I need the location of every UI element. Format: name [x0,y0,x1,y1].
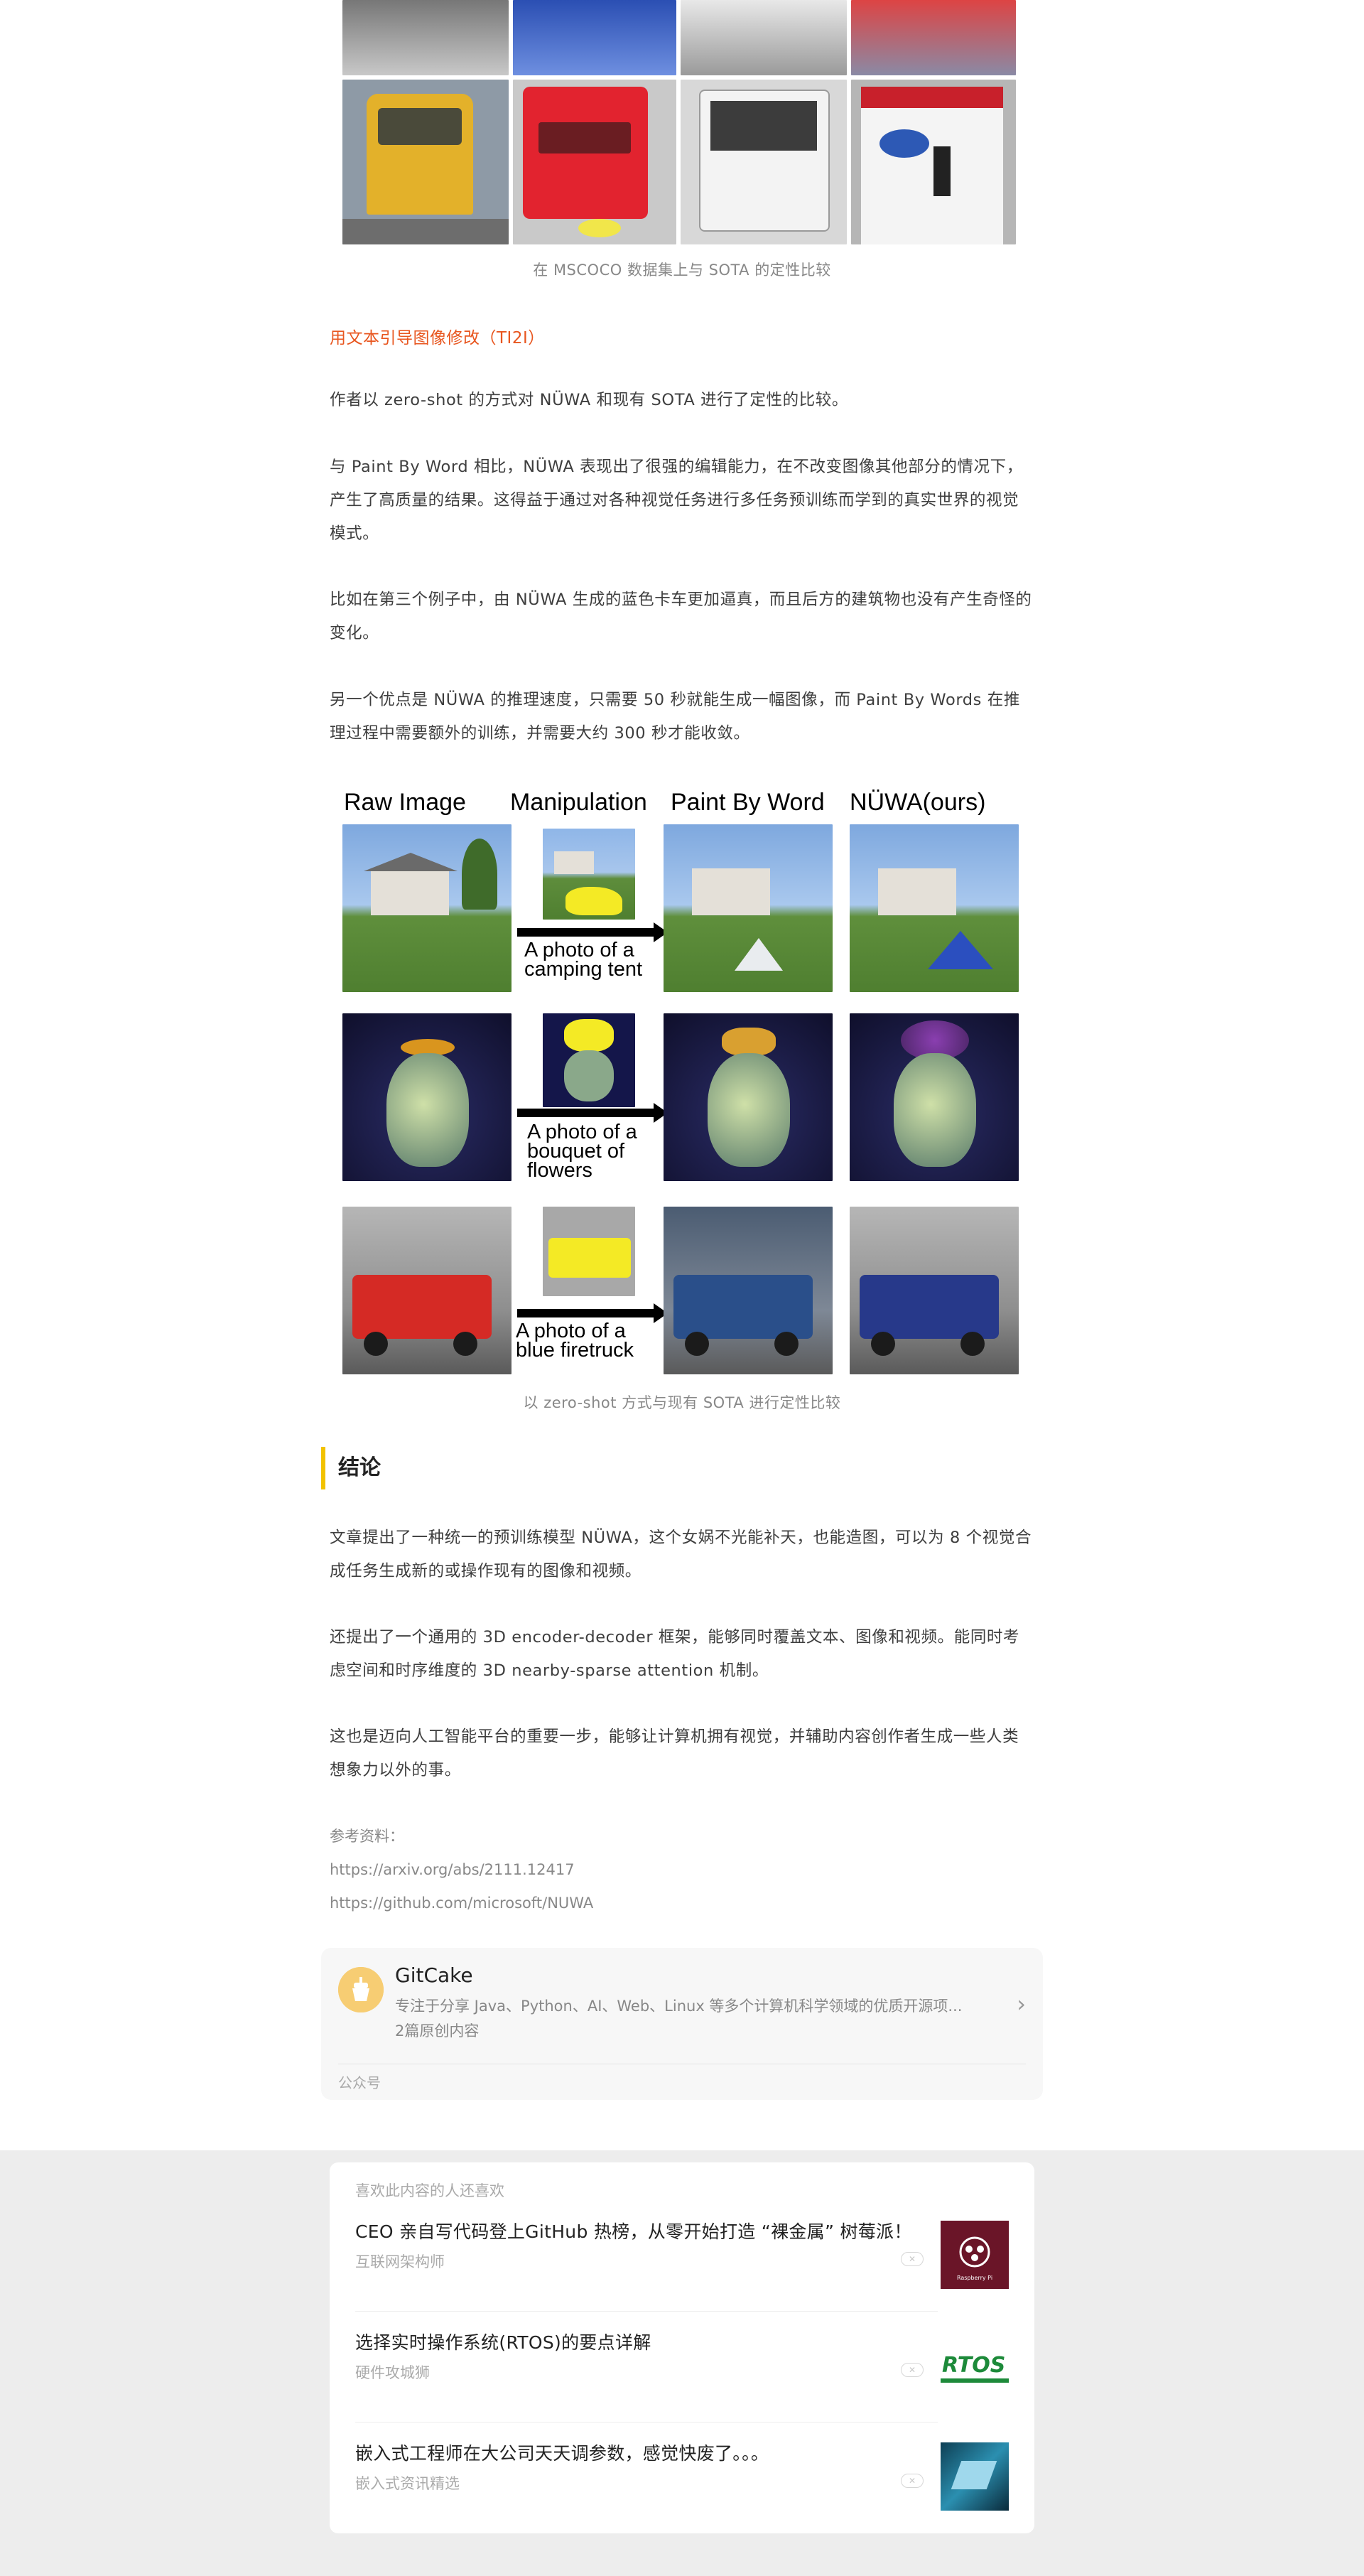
recommendation-title: 选择实时操作系统(RTOS)的要点详解 [355,2332,651,2353]
recommendation-item[interactable]: 嵌入式工程师在大公司天天调参数，感觉快废了。。。 嵌入式资讯精选 ✕ [355,2423,1009,2533]
account-name: GitCake [395,1963,473,1987]
paragraph: 与 Paint By Word 相比，NÜWA 表现出了很强的编辑能力，在不改变… [330,458,1023,543]
paint-by-word-firetruck [664,1207,833,1374]
paragraph: 另一个优点是 NÜWA 的推理速度，只需要 50 秒就能生成一幅图像，而 Pai… [330,691,1020,743]
paint-by-word-house [664,824,833,992]
figure-caption: 以 zero-shot 方式与现有 SOTA 进行定性比较 [523,1394,841,1411]
recommendation-title: 嵌入式工程师在大公司天天调参数，感觉快废了。。。 [355,2443,769,2464]
recommendation-source: 互联网架构师 [355,2253,445,2270]
account-type: 公众号 [338,2074,381,2091]
grid-image [342,80,509,244]
grid-image [513,0,676,75]
nuwa-firetruck [850,1207,1019,1374]
raw-image-house [342,824,512,992]
recommendation-source: 嵌入式资讯精选 [355,2475,460,2492]
paragraph: 文章提出了一种统一的预训练模型 NÜWA，这个女娲不光能补天，也能造图，可以为 … [330,1529,1032,1580]
ti2i-heading: 用文本引导图像修改（TI2I） [330,329,545,347]
prompt-text: A photo of a bouquet of flowers [527,1121,637,1182]
chevron-right-icon: › [1017,1990,1026,2017]
recommendation-title: CEO 亲自写代码登上GitHub 热榜，从零开始打造 “裸金属” 树莓派！ [355,2221,912,2242]
account-description: 专注于分享 Java、Python、AI、Web、Linux 等多个计算机科学领… [395,1998,963,2015]
recommendation-thumbnail [941,2442,1009,2511]
arrow-icon [517,1109,656,1117]
raw-image-firetruck [342,1207,512,1374]
grid-image [681,80,847,244]
grid-image [851,80,1016,244]
recommendations-title: 喜欢此内容的人还喜欢 [355,2182,504,2199]
mscoco-image-grid [342,0,1024,245]
thumbnail-text: RTOS [942,2353,1006,2378]
account-avatar [338,1967,384,2012]
manipulation-mask-house [543,829,635,920]
grid-image [681,0,847,75]
dismiss-button[interactable]: ✕ [901,2252,924,2266]
dismiss-button[interactable]: ✕ [901,2474,924,2488]
raw-image-vase [342,1013,512,1181]
references: 参考资料： https://arxiv.org/abs/2111.12417 h… [330,1820,1034,1920]
account-article-count: 2篇原创内容 [395,2022,480,2039]
reference-link[interactable]: https://github.com/microsoft/NUWA [330,1887,1034,1920]
arrow-icon [517,1309,656,1317]
recommendation-thumbnail: Raspberry Pi [941,2221,1009,2289]
nuwa-house [850,824,1019,992]
mscoco-caption: 在 MSCOCO 数据集上与 SOTA 的定性比较 [533,262,831,279]
recommendation-item[interactable]: 选择实时操作系统(RTOS)的要点详解 硬件攻城狮 ✕ RTOS [355,2312,1009,2423]
paint-by-word-vase [664,1013,833,1181]
paragraph: 这也是迈向人工智能平台的重要一步，能够让计算机拥有视觉，并辅助内容创作者生成一些… [330,1728,1019,1779]
account-card[interactable]: GitCake 专注于分享 Java、Python、AI、Web、Linux 等… [321,1948,1043,2100]
thumbnail-text: Raspberry Pi [956,2275,993,2281]
reference-link[interactable]: https://arxiv.org/abs/2111.12417 [330,1853,1034,1887]
cake-icon [338,1967,384,2012]
paragraph: 比如在第三个例子中，由 NÜWA 生成的蓝色卡车更加逼真，而且后方的建筑物也没有… [330,591,1032,642]
paragraph: 还提出了一个通用的 3D encoder-decoder 框架，能够同时覆盖文本… [330,1628,1020,1680]
paragraph: 作者以 zero-shot 的方式对 NÜWA 和现有 SOTA 进行了定性的比… [330,391,848,409]
recommendation-source: 硬件攻城狮 [355,2364,430,2381]
grid-image [342,0,509,75]
prompt-text: A photo of a camping tent [524,939,643,981]
wechat-article-page: 在 MSCOCO 数据集上与 SOTA 的定性比较 用文本引导图像修改（TI2I… [0,0,1364,2576]
column-header-raw-image: Raw Image [344,789,466,816]
grid-image [851,0,1016,75]
recommendation-item[interactable]: CEO 亲自写代码登上GitHub 热榜，从零开始打造 “裸金属” 树莓派！ 互… [355,2201,1009,2312]
nuwa-vase [850,1013,1019,1181]
column-header-manipulation: Manipulation [510,789,647,816]
column-header-nuwa: NÜWA(ours) [850,789,986,816]
prompt-text: A photo of a blue firetruck [516,1320,634,1362]
recommendations-panel: 喜欢此内容的人还喜欢 CEO 亲自写代码登上GitHub 热榜，从零开始打造 “… [330,2162,1034,2533]
conclusion-heading: 结论 [321,1447,381,1489]
references-label: 参考资料： [330,1828,404,1845]
manipulation-mask-vase [543,1013,635,1107]
dismiss-button[interactable]: ✕ [901,2363,924,2377]
grid-image [513,80,676,244]
ti2i-comparison-figure: Raw Image Manipulation Paint By Word NÜW… [342,789,1024,1374]
recommendation-thumbnail: RTOS [941,2332,1009,2400]
column-header-paint-by-word: Paint By Word [671,789,825,816]
arrow-icon [517,928,656,937]
manipulation-mask-firetruck [543,1207,635,1296]
